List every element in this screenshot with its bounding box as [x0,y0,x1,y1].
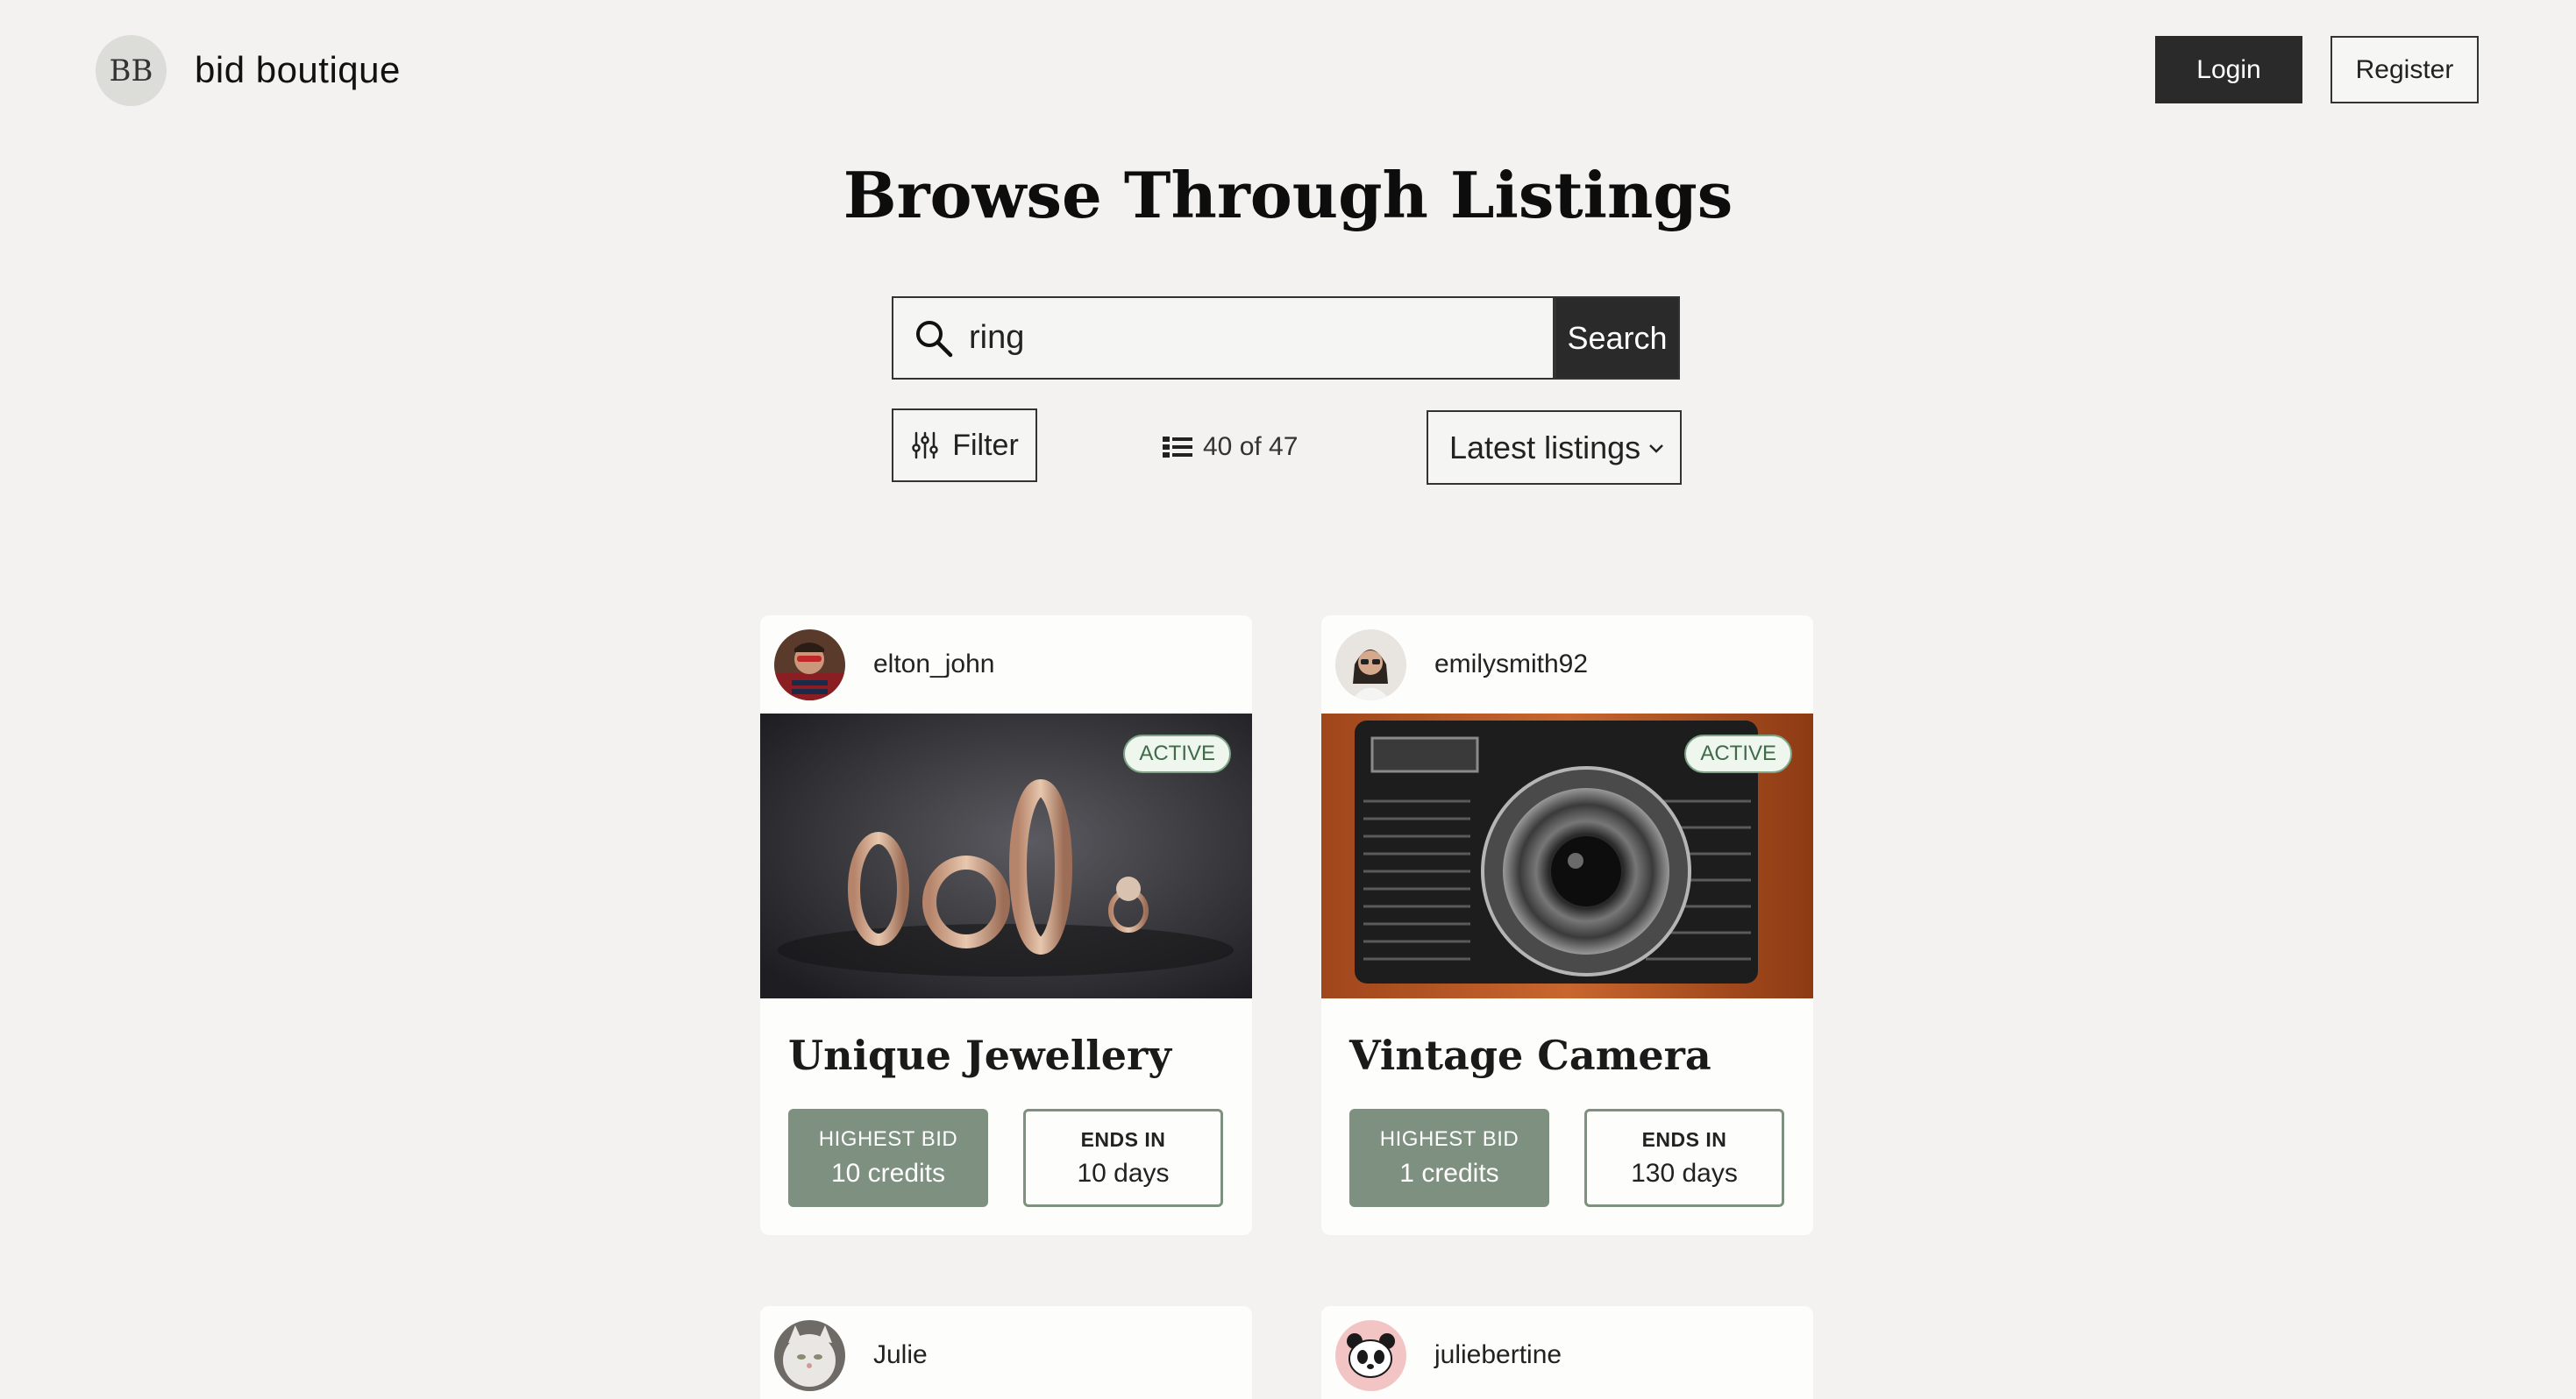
register-button[interactable]: Register [2330,36,2479,103]
ends-in-value: 130 days [1631,1158,1738,1188]
search-button[interactable]: Search [1555,296,1680,380]
listing-card[interactable]: elton_john ACTIVE Unique Jewellery HIGHE… [760,615,1252,1235]
listing-image[interactable]: ACTIVE [760,714,1252,998]
sort-select[interactable]: Latest listings [1427,410,1682,485]
chevron-down-icon [1649,444,1663,453]
search-box[interactable] [892,296,1555,380]
listing-title[interactable]: Vintage Camera [1349,1032,1813,1079]
search-icon [916,320,953,357]
highest-bid-label: HIGHEST BID [818,1127,958,1151]
avatar[interactable] [774,628,845,700]
sliders-icon [912,431,938,459]
login-button[interactable]: Login [2155,36,2302,103]
highest-bid-value: 1 credits [1399,1159,1499,1188]
listing-title[interactable]: Unique Jewellery [788,1032,1252,1079]
avatar[interactable] [774,1319,845,1391]
ends-in-label: ENDS IN [1080,1127,1166,1151]
username[interactable]: emilysmith92 [1434,650,1588,679]
card-header: Julie [760,1306,1252,1399]
username[interactable]: juliebertine [1434,1340,1562,1370]
avatar[interactable] [1335,628,1406,700]
listing-card[interactable]: juliebertine [1321,1306,1813,1399]
highest-bid-value: 10 credits [830,1159,946,1188]
ends-in-box: ENDS IN 10 days [1023,1109,1223,1207]
username[interactable]: Julie [873,1340,928,1370]
list-icon [1163,437,1192,458]
status-badge: ACTIVE [1123,735,1231,773]
highest-bid-box: HIGHEST BID 1 credits [1349,1109,1549,1207]
highest-bid-box: HIGHEST BID 10 credits [788,1109,988,1207]
username[interactable]: elton_john [873,650,994,679]
sort-selected-label: Latest listings [1449,429,1641,465]
results-count-text: 40 of 47 [1203,432,1299,461]
listing-image[interactable]: ACTIVE [1321,714,1813,998]
listing-card[interactable]: emilysmith92 ACTIVE Vintage Camera HIGHE… [1321,615,1813,1235]
page-title: Browse Through Listings [843,158,1733,232]
card-header: elton_john [760,615,1252,714]
status-badge: ACTIVE [1684,735,1792,773]
avatar[interactable] [1335,1319,1406,1391]
listing-stats: HIGHEST BID 10 credits ENDS IN 10 days [788,1109,1252,1207]
ends-in-label: ENDS IN [1641,1127,1727,1151]
highest-bid-label: HIGHEST BID [1379,1127,1519,1151]
brand-name[interactable]: bid boutique [195,49,401,91]
search-input[interactable] [969,319,1495,357]
card-header: emilysmith92 [1321,615,1813,714]
listing-card[interactable]: Julie [760,1306,1252,1399]
filter-label: Filter [952,428,1019,462]
ends-in-value: 10 days [1077,1158,1170,1188]
ends-in-box: ENDS IN 130 days [1584,1109,1784,1207]
listing-stats: HIGHEST BID 1 credits ENDS IN 130 days [1349,1109,1813,1207]
logo-badge[interactable]: BB [96,35,167,106]
results-count: 40 of 47 [1163,430,1298,465]
filter-button[interactable]: Filter [892,408,1037,482]
card-header: juliebertine [1321,1306,1813,1399]
